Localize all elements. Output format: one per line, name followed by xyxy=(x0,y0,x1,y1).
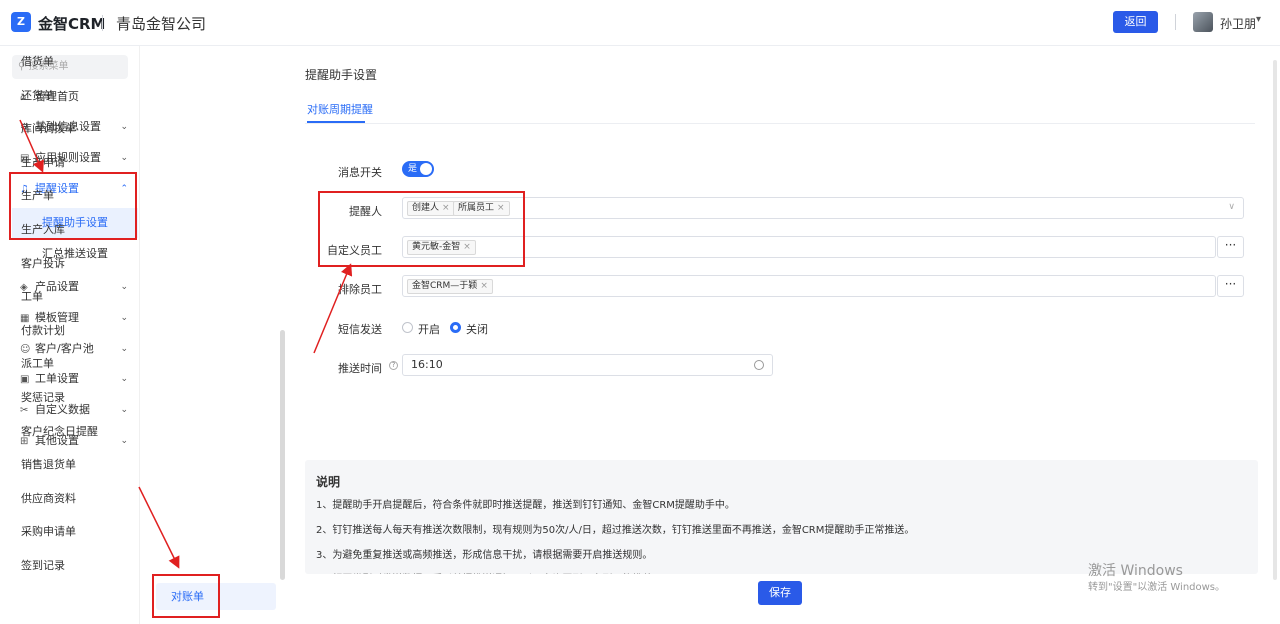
close-icon[interactable]: × xyxy=(480,281,488,291)
list-item[interactable]: 付款计划 xyxy=(21,322,65,338)
top-bar: Z 金智CRM 青岛金智公司 返回 孙卫朋 ▾ xyxy=(0,0,1280,46)
list-item[interactable]: 客户投诉 xyxy=(21,255,65,271)
list-item[interactable]: 库间调拨单 xyxy=(21,120,76,136)
notes-line: 1、提醒助手开启提醒后，符合条件就即时推送提醒，推送到钉钉通知、金智CRM提醒助… xyxy=(316,500,735,511)
ticket-icon: ▣ xyxy=(20,374,30,385)
chevron-down-icon[interactable]: ∨ xyxy=(1228,202,1235,212)
sidebar-item-label: 客户/客户池 xyxy=(35,342,94,355)
document-type-list xyxy=(150,46,278,624)
list-item[interactable]: 借货单 xyxy=(21,53,54,69)
chevron-down-icon: ⌄ xyxy=(120,153,128,163)
notes-title: 说明 xyxy=(316,475,341,489)
exclude-staff-field[interactable]: 金智CRM—于颖 × xyxy=(402,275,1216,297)
toggle-text: 是 xyxy=(408,164,418,174)
chevron-down-icon: ⌄ xyxy=(120,122,128,132)
avatar[interactable] xyxy=(1193,12,1213,32)
user-name[interactable]: 孙卫朋 xyxy=(1220,15,1256,32)
sms-off-radio[interactable] xyxy=(450,322,461,333)
list-item[interactable]: 奖惩记录 xyxy=(21,389,65,405)
help-icon[interactable]: ? xyxy=(389,361,398,370)
list-item[interactable]: 签到记录 xyxy=(21,557,65,573)
list-item[interactable]: 还货单 xyxy=(21,87,54,103)
toggle-knob xyxy=(420,163,432,175)
company-name: 青岛金智公司 xyxy=(116,15,207,33)
push-time-value: 16:10 xyxy=(411,358,443,371)
back-button[interactable]: 返回 xyxy=(1113,11,1158,33)
brand-name: 金智CRM xyxy=(38,15,106,33)
logo-icon: Z xyxy=(11,12,31,32)
notes-line: 2、钉钉推送每人每天有推送次数限制，现有规则为50次/人/日，超过推送次数，钉钉… xyxy=(316,525,915,536)
chevron-down-icon: ⌄ xyxy=(120,405,128,415)
header-divider xyxy=(102,15,103,31)
chevron-down-icon: ⌄ xyxy=(120,436,128,446)
annotation-arrow xyxy=(313,263,353,354)
list-item[interactable]: 采购申请单 xyxy=(21,523,76,539)
notes-panel: 说明 1、提醒助手开启提醒后，符合条件就即时推送提醒，推送到钉钉通知、金智CRM… xyxy=(305,460,1258,585)
more-button[interactable]: ··· xyxy=(1217,236,1244,258)
annotation-box-form xyxy=(318,191,525,267)
message-toggle[interactable]: 是 xyxy=(402,161,434,177)
annotation-box-sidebar xyxy=(9,172,137,240)
annotation-box-list xyxy=(152,574,220,618)
exclude-staff-label: 排除员工 xyxy=(338,283,382,296)
chevron-down-icon: ⌄ xyxy=(120,282,128,292)
tab-reconciliation-reminder[interactable]: 对账周期提醒 xyxy=(307,101,373,117)
list-item[interactable]: 工单 xyxy=(21,288,43,304)
tab-divider xyxy=(305,123,1255,124)
list-item[interactable]: 销售退货单 xyxy=(21,456,76,472)
list-item[interactable]: 派工单 xyxy=(21,355,54,371)
watermark-title: 激活 Windows xyxy=(1088,563,1183,579)
switch-label: 消息开关 xyxy=(338,166,382,179)
page-title: 提醒助手设置 xyxy=(305,68,378,82)
clock-icon xyxy=(754,360,764,370)
chevron-down-icon: ⌄ xyxy=(120,344,128,354)
reminder-select[interactable]: 创建人 × 所属员工 × ∨ xyxy=(402,197,1244,219)
save-button[interactable]: 保存 xyxy=(758,581,802,605)
push-time-label: 推送时间 xyxy=(338,362,382,375)
sms-on-text[interactable]: 开启 xyxy=(418,321,440,337)
tag: 金智CRM—于颖 × xyxy=(407,279,493,294)
sms-off-text[interactable]: 关闭 xyxy=(466,321,488,337)
list-item[interactable]: 客户纪念日提醒 xyxy=(21,423,98,439)
chevron-down-icon: ⌄ xyxy=(120,374,128,384)
sidebar-item-ticket[interactable]: ▣ 工单设置 ⌄ xyxy=(20,369,130,389)
header-divider-right xyxy=(1175,14,1176,30)
page-scrollbar[interactable] xyxy=(1273,60,1277,580)
tag-text: 金智CRM—于颖 xyxy=(412,281,478,291)
push-time-input[interactable]: 16:10 xyxy=(402,354,773,376)
list-item[interactable]: 供应商资料 xyxy=(21,490,76,506)
more-button[interactable]: ··· xyxy=(1217,275,1244,297)
sms-on-radio[interactable] xyxy=(402,322,413,333)
chevron-down-icon: ⌄ xyxy=(120,313,128,323)
list-scrollbar[interactable] xyxy=(280,330,285,580)
sms-label: 短信发送 xyxy=(338,323,382,336)
chevron-down-icon[interactable]: ▾ xyxy=(1256,14,1261,25)
watermark-subtitle: 转到"设置"以激活 Windows。 xyxy=(1088,582,1226,593)
sidebar-item-label: 工单设置 xyxy=(35,372,79,385)
notes-line: 3、为避免重复推送或高频推送，形成信息干扰，请根据需要开启推送规则。 xyxy=(316,550,653,561)
list-item[interactable]: 生产申请 xyxy=(21,154,65,170)
